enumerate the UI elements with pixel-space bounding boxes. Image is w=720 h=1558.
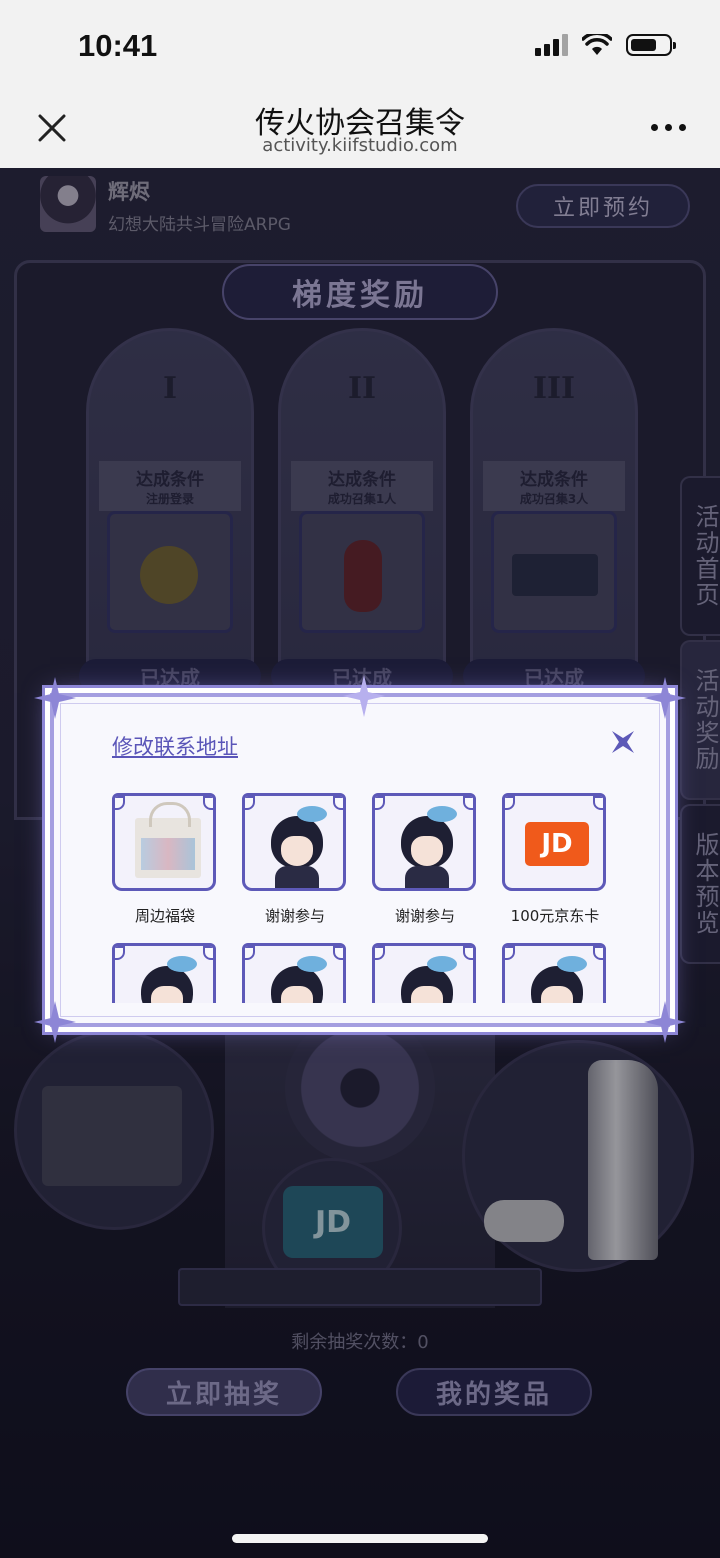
prize-item [242, 943, 348, 1003]
corner-star-icon [644, 677, 686, 719]
status-time: 10:41 [78, 28, 158, 63]
corner-star-icon [644, 1001, 686, 1043]
page-url: activity.kiifstudio.com [262, 135, 458, 156]
status-icons [535, 34, 676, 56]
prize-item [112, 943, 218, 1003]
corner-star-icon [34, 677, 76, 719]
prize-item-frame [502, 943, 606, 1003]
prize-item: 周边福袋 [112, 793, 218, 926]
prize-item-frame [242, 793, 346, 891]
corner-star-icon [34, 1001, 76, 1043]
prize-item-frame [112, 793, 216, 891]
prize-grid: 周边福袋 谢谢参与 谢谢参与 JD 100元京东卡 [112, 793, 612, 1003]
battery-icon [626, 34, 676, 56]
close-icon[interactable] [608, 727, 638, 757]
prize-label: 谢谢参与 [394, 907, 455, 925]
top-star-icon [343, 675, 385, 717]
more-options-icon[interactable] [651, 124, 686, 131]
tote-bag-icon [135, 802, 201, 878]
edit-address-link[interactable]: 修改联系地址 [112, 731, 238, 761]
prize-label: 谢谢参与 [264, 907, 325, 925]
prize-item-frame [372, 943, 476, 1003]
jd-card-icon: JD [525, 822, 589, 866]
prize-item: 谢谢参与 [372, 793, 478, 926]
prize-label: 100元京东卡 [510, 907, 600, 925]
wifi-icon [582, 34, 612, 55]
prize-item [502, 943, 608, 1003]
status-bar: 10:41 [0, 0, 720, 90]
prize-item-frame [372, 793, 476, 891]
prize-item [372, 943, 478, 1003]
prize-item-frame [242, 943, 346, 1003]
browser-header: 传火协会召集令 activity.kiifstudio.com [0, 90, 720, 168]
home-indicator[interactable] [232, 1534, 488, 1543]
cellular-signal-icon [535, 34, 568, 56]
prize-item-frame: JD [502, 793, 606, 891]
prize-item: JD 100元京东卡 [502, 793, 608, 926]
prize-item-frame [112, 943, 216, 1003]
prize-item: 谢谢参与 [242, 793, 348, 926]
prize-label: 周边福袋 [134, 907, 195, 925]
prize-list-modal: 修改联系地址 周边福袋 谢谢参与 谢谢参与 JD 100元京东卡 [34, 675, 686, 1043]
